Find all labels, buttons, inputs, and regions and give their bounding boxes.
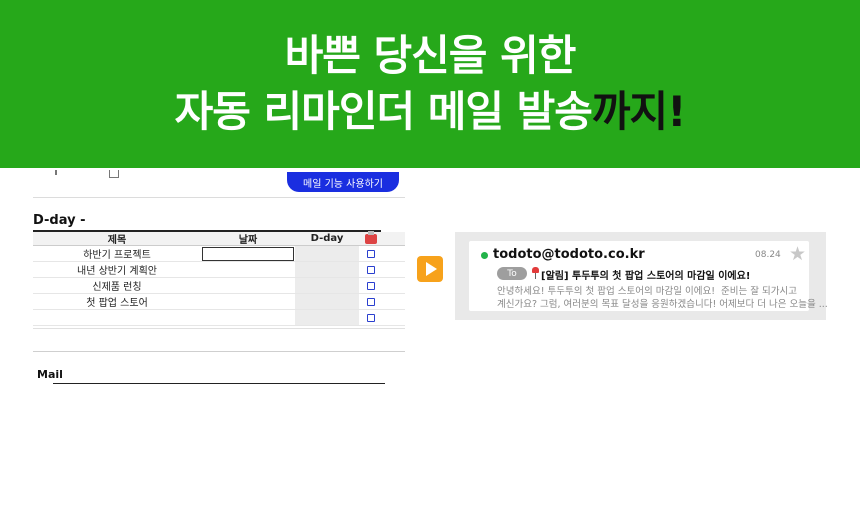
email-preview-line-2: 계신가요? 그럼, 여러분의 목표 달성을 응원하겠습니다! 어제보다 더 나은… (497, 299, 828, 310)
mail-section-title: Mail (37, 368, 63, 381)
checkbox-icon[interactable] (367, 313, 375, 322)
column-header-title: 제목 (107, 235, 127, 246)
email-list-item[interactable]: todoto@todoto.co.kr 08.24 ★ To [알림] 투두투의… (469, 241, 828, 311)
email-preview-line-1: 안녕하세요! 투두투의 첫 팝업 스토어의 마감일 이에요! (497, 286, 716, 297)
row-mail-cell[interactable] (359, 246, 383, 261)
row-date-cell[interactable] (201, 278, 295, 293)
pushpin-needle (535, 273, 536, 279)
hero-banner: 바쁜 당신을 위한 자동 리마인더 메일 발송까지! (0, 0, 860, 168)
unread-dot-icon (481, 252, 488, 259)
cut-dash-icon (55, 170, 57, 175)
row-title[interactable] (33, 310, 201, 325)
row-date-cell[interactable] (201, 262, 295, 277)
table-row (33, 310, 405, 326)
checkbox-icon[interactable] (367, 281, 375, 290)
mail-feature-button[interactable]: 메일 기능 사용하기 (287, 172, 399, 192)
row-date-cell[interactable] (201, 310, 295, 325)
table-bottom-divider (33, 328, 405, 329)
play-arrow-icon (417, 256, 443, 282)
email-sender: todoto@todoto.co.kr (493, 247, 645, 262)
email-preview-frame: todoto@todoto.co.kr 08.24 ★ To [알림] 투두투의… (455, 232, 828, 320)
to-badge: To (497, 267, 527, 280)
row-date-cell[interactable] (201, 294, 295, 309)
table-row: 첫 팝업 스토어 (33, 294, 405, 310)
column-header-date: 날짜 (238, 235, 258, 246)
row-mail-cell[interactable] (359, 262, 383, 277)
email-subject: [알림] 투두투의 첫 팝업 스토어의 마감일 이에요! (541, 271, 751, 282)
selected-date-input[interactable] (202, 246, 294, 261)
row-title[interactable]: 신제품 런칭 (33, 278, 201, 293)
arrow-triangle (426, 262, 437, 276)
checkbox-icon[interactable] (367, 297, 375, 306)
row-mail-cell[interactable] (359, 294, 383, 309)
row-dday-cell (295, 262, 359, 277)
dday-section-title: D-day - (33, 213, 86, 228)
row-dday-cell (295, 294, 359, 309)
row-title[interactable]: 내년 상반기 계획안 (33, 262, 201, 277)
row-date-cell[interactable] (201, 246, 295, 261)
checkbox-icon[interactable] (367, 265, 375, 274)
star-icon[interactable]: ★ (789, 244, 806, 264)
email-preview-line-1b: 준비는 잘 되가시고 (721, 286, 797, 297)
section-divider (33, 351, 405, 352)
row-dday-cell (295, 310, 359, 325)
mail-header-icon (365, 230, 377, 244)
row-mail-cell[interactable] (359, 278, 383, 293)
column-header-dday: D-day (310, 233, 344, 244)
banner-headline-2-accent: 까지! (591, 87, 686, 136)
column-header-mail (359, 230, 383, 245)
checkbox-icon[interactable] (367, 249, 375, 258)
row-mail-cell[interactable] (359, 310, 383, 325)
table-header: 제목 날짜 D-day (33, 230, 405, 246)
banner-headline-2-main: 자동 리마인더 메일 발송 (174, 87, 593, 136)
sheet-top-row: 메일 기능 사용하기 (33, 168, 405, 198)
mail-section-rule (53, 383, 385, 384)
table-row: 내년 상반기 계획안 (33, 262, 405, 278)
row-title[interactable]: 첫 팝업 스토어 (33, 294, 201, 309)
row-dday-cell (295, 278, 359, 293)
banner-headline-1: 바쁜 당신을 위한 (284, 31, 577, 80)
row-dday-cell (295, 246, 359, 261)
banner-headline-2: 자동 리마인더 메일 발송까지! (174, 84, 687, 140)
reminder-sheet: 메일 기능 사용하기 D-day - 제목 날짜 D-day 하반기 프로젝트 … (33, 168, 405, 398)
table-row: 신제품 런칭 (33, 278, 405, 294)
pushpin-icon (531, 267, 540, 279)
row-title[interactable]: 하반기 프로젝트 (33, 246, 201, 261)
dday-table: 제목 날짜 D-day 하반기 프로젝트 내년 상반기 계획안 신제품 런칭 첫… (33, 230, 405, 326)
email-date: 08.24 (755, 250, 781, 260)
cut-tray-icon (109, 170, 119, 178)
table-row: 하반기 프로젝트 (33, 246, 405, 262)
